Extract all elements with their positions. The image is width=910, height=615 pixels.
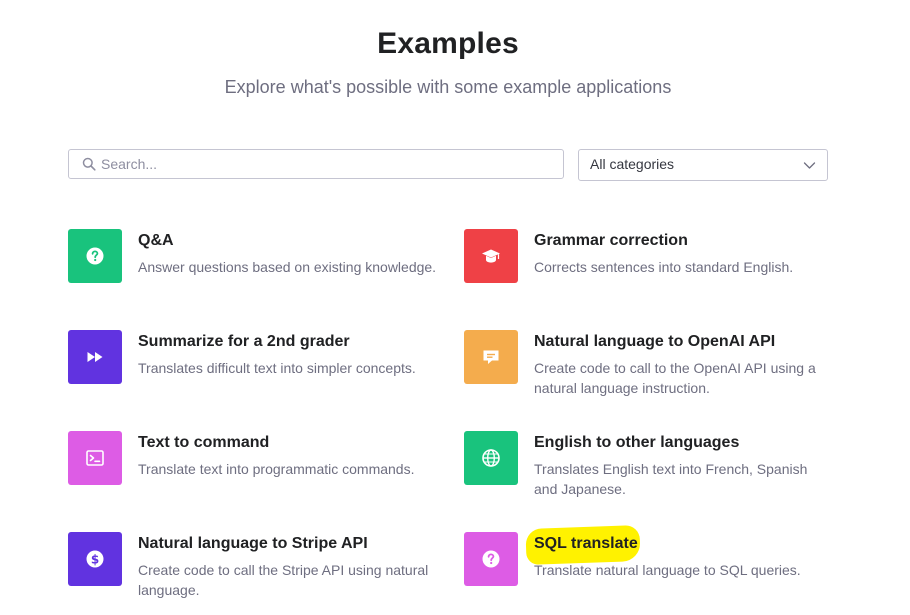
example-tile: $: [68, 532, 122, 586]
fast-forward-icon: [87, 352, 103, 362]
terminal-icon: [86, 450, 104, 466]
search-input[interactable]: [101, 150, 551, 178]
example-title: Q&A: [138, 232, 174, 249]
example-tile: [464, 431, 518, 485]
question-icon: [86, 247, 104, 265]
example-card-qa[interactable]: Q&A Answer questions based on existing k…: [68, 229, 458, 309]
example-tile: [464, 532, 518, 586]
svg-text:$: $: [91, 552, 99, 566]
example-description: Translate text into programmatic command…: [138, 461, 415, 477]
example-title: Grammar correction: [534, 232, 688, 249]
chat-bubble-icon: [483, 350, 499, 364]
example-card-stripe-api[interactable]: $ Natural language to Stripe API Create …: [68, 532, 458, 612]
page-title: Examples: [377, 27, 519, 60]
example-title: English to other languages: [534, 434, 740, 451]
globe-icon: [482, 449, 500, 467]
example-description: Corrects sentences into standard English…: [534, 259, 794, 275]
example-description: Answer questions based on existing knowl…: [138, 259, 437, 275]
example-tile: [68, 229, 122, 283]
example-description: Translate natural language to SQL querie…: [534, 562, 801, 578]
dollar-icon: $: [86, 550, 104, 568]
example-card-openai-api[interactable]: Natural language to OpenAI API Create co…: [464, 330, 854, 410]
category-select-value: All categories: [590, 156, 675, 172]
example-tile: [68, 330, 122, 384]
search-icon: [82, 157, 96, 171]
example-title: Natural language to Stripe API: [138, 535, 368, 552]
example-card-summarize[interactable]: Summarize for a 2nd grader Translates di…: [68, 330, 458, 410]
example-title: Natural language to OpenAI API: [534, 333, 776, 350]
page-subtitle: Explore what's possible with some exampl…: [224, 77, 672, 97]
example-card-sql-translate[interactable]: SQL translate Translate natural language…: [464, 532, 854, 612]
example-description: Translates English text into French, Spa…: [534, 461, 808, 497]
example-description: Create code to call to the OpenAI API us…: [534, 360, 816, 396]
question-icon: [482, 550, 500, 568]
example-title: Summarize for a 2nd grader: [138, 333, 350, 350]
graduation-cap-icon: [482, 249, 500, 263]
example-description: Create code to call the Stripe API using…: [138, 562, 429, 598]
category-select[interactable]: All categories: [578, 149, 828, 181]
example-tile: [464, 330, 518, 384]
example-card-grammar-correction[interactable]: Grammar correction Corrects sentences in…: [464, 229, 854, 309]
example-card-english-to-other-languages[interactable]: English to other languages Translates En…: [464, 431, 854, 511]
example-title: Text to command: [138, 434, 270, 451]
example-card-text-to-command[interactable]: Text to command Translate text into prog…: [68, 431, 458, 511]
example-title: SQL translate: [534, 535, 638, 552]
search-box[interactable]: [68, 149, 564, 179]
example-tile: [464, 229, 518, 283]
example-tile: [68, 431, 122, 485]
chevron-down-icon: [803, 162, 816, 169]
example-description: Translates difficult text into simpler c…: [138, 360, 416, 376]
